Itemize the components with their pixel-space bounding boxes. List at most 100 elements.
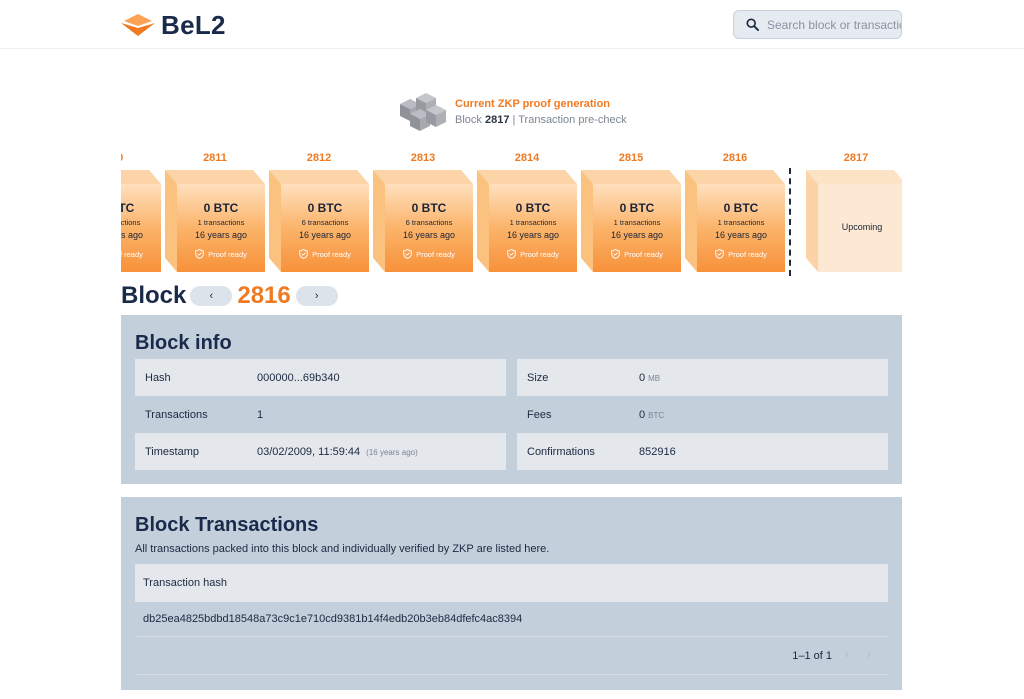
block-card[interactable]: 2815 0 BTC 1 transactions 16 years ago Proof…: [581, 148, 681, 278]
transactions-label: Transactions: [145, 408, 208, 421]
zkp-subtitle: Block 2817 | Transaction pre-check: [455, 114, 627, 126]
block-age: 16 years ago: [121, 230, 144, 240]
block-btc: 0 BTC: [515, 201, 551, 215]
zkp-title: Current ZKP proof generation: [455, 98, 611, 110]
cubes-icon: [400, 93, 446, 131]
block-btc: 0 BTC: [411, 201, 447, 215]
fees-row: Fees 0 BTC: [517, 396, 888, 433]
block-transactions-description: All transactions packed into this block …: [135, 543, 550, 555]
block-btc: 0 BTC: [307, 201, 343, 215]
block-number: 2812: [306, 152, 332, 164]
block-number: 2814: [514, 152, 540, 164]
next-block-button[interactable]: ›: [295, 286, 338, 306]
fees-value: 0: [639, 408, 646, 421]
upcoming-divider: [789, 168, 791, 276]
transactions-value: 1: [257, 408, 264, 421]
block-transactions: 1 transactions: [121, 218, 141, 227]
transaction-hash-column-header[interactable]: Transaction hash: [135, 564, 888, 602]
shield-check-icon: [299, 249, 308, 259]
block-proof-status: Proof ready: [208, 249, 247, 259]
hash-label: Hash: [145, 371, 171, 384]
block-heading: Block ‹ 2816 ›: [121, 281, 338, 311]
block-btc: 0 BTC: [619, 201, 655, 215]
confirmations-value: 852916: [639, 445, 676, 458]
timestamp-value: 03/02/2009, 11:59:44: [257, 445, 361, 458]
block-proof-status: Proof ready: [312, 249, 351, 259]
confirmations-label: Confirmations: [527, 445, 595, 458]
block-proof-status: Proof ready: [520, 249, 559, 259]
logo-icon: [121, 14, 155, 36]
block-transactions: 1 transactions: [613, 218, 661, 227]
block-number: 2816: [722, 152, 748, 164]
block-btc: 0 BTC: [203, 201, 239, 215]
zkp-block-label: Block: [455, 114, 482, 126]
shield-check-icon: [715, 249, 724, 259]
timestamp-ago: (16 years ago): [366, 447, 418, 457]
block-card[interactable]: 2813 0 BTC 6 transactions 16 years ago Proof…: [373, 148, 473, 278]
block-btc: 0 BTC: [723, 201, 759, 215]
logo-text: BeL2: [161, 9, 226, 40]
zkp-status: Current ZKP proof generation Block 2817 …: [392, 90, 627, 134]
bel2-logo[interactable]: BeL2: [121, 10, 226, 40]
pagination-label: 1–1 of 1: [792, 650, 832, 662]
block-age: 16 years ago: [298, 230, 352, 240]
size-row: Size 0 MB: [517, 359, 888, 396]
shield-check-icon: [507, 249, 516, 259]
block-number: 2810: [121, 152, 161, 164]
block-transactions: 1 transactions: [717, 218, 765, 227]
block-proof-status: Proof ready: [728, 249, 767, 259]
block-card[interactable]: 2814 0 BTC 1 transactions 16 years ago Proof…: [477, 148, 577, 278]
block-transactions: 6 transactions: [301, 218, 349, 227]
block-age: 16 years ago: [402, 230, 456, 240]
block-proof-status: Proof ready: [121, 249, 143, 259]
transactions-row: Transactions 1: [135, 396, 506, 433]
size-unit: MB: [648, 373, 661, 383]
upcoming-label: Upcoming: [841, 222, 883, 232]
previous-block-button[interactable]: ‹: [190, 286, 233, 306]
block-number: 2811: [203, 152, 227, 164]
upcoming-block: 2817 Upcoming: [806, 148, 902, 278]
zkp-status-text: Transaction pre-check: [518, 114, 627, 126]
block-transactions: 1 transactions: [197, 218, 245, 227]
block-number: 2813: [410, 152, 436, 164]
block-card[interactable]: 2810 0 BTC 1 transactions 16 years ago Proof…: [121, 148, 161, 278]
block-transactions-panel: Block Transactions All transactions pack…: [121, 497, 902, 690]
block-btc: 0 BTC: [121, 201, 135, 215]
block-age: 16 years ago: [610, 230, 664, 240]
next-page-button[interactable]: ›: [862, 648, 876, 662]
block-heading-label: Block: [121, 282, 187, 309]
fees-unit: BTC: [648, 410, 665, 420]
timestamp-row: Timestamp 03/02/2009, 11:59:44 (16 years …: [135, 433, 506, 470]
top-bar: BeL2: [0, 0, 1024, 49]
shield-check-icon: [195, 249, 204, 259]
block-heading-number: 2816: [237, 282, 291, 309]
block-card[interactable]: 2811 0 BTC 1 transactions 16 years ago Proof…: [165, 148, 265, 278]
size-value: 0: [639, 371, 646, 384]
confirmations-row: Confirmations 852916: [517, 433, 888, 470]
shield-check-icon: [611, 249, 620, 259]
block-info-panel: Block info Hash 000000...69b340 Size 0 MB…: [121, 315, 902, 484]
block-age: 16 years ago: [194, 230, 248, 240]
table-row[interactable]: db25ea4825bdbd18548a73c9c1e710cd9381b14f…: [135, 602, 888, 637]
shield-check-icon: [403, 249, 412, 259]
block-card[interactable]: 2812 0 BTC 6 transactions 16 years ago Proof…: [269, 148, 369, 278]
block-transactions: 1 transactions: [509, 218, 557, 227]
block-transactions: 6 transactions: [405, 218, 453, 227]
block-strip[interactable]: 2810 0 BTC 1 transactions 16 years ago Proof…: [121, 148, 902, 278]
table-pagination: 1–1 of 1 ‹ ›: [135, 638, 888, 675]
search-box[interactable]: [733, 10, 902, 39]
previous-page-button[interactable]: ‹: [840, 648, 854, 662]
block-number: 2817: [843, 152, 869, 164]
search-input[interactable]: [767, 17, 901, 32]
hash-value[interactable]: 000000...69b340: [257, 372, 340, 384]
block-proof-status: Proof ready: [624, 249, 663, 259]
block-age: 16 years ago: [714, 230, 768, 240]
hash-row: Hash 000000...69b340: [135, 359, 506, 396]
block-info-title: Block info: [135, 332, 232, 354]
block-proof-status: Proof ready: [416, 249, 455, 259]
size-label: Size: [527, 371, 549, 384]
block-card[interactable]: 2816 0 BTC 1 transactions 16 years ago Proof…: [685, 148, 785, 278]
block-number: 2815: [618, 152, 644, 164]
zkp-block-number[interactable]: 2817: [485, 114, 509, 126]
block-transactions-title: Block Transactions: [135, 514, 319, 536]
